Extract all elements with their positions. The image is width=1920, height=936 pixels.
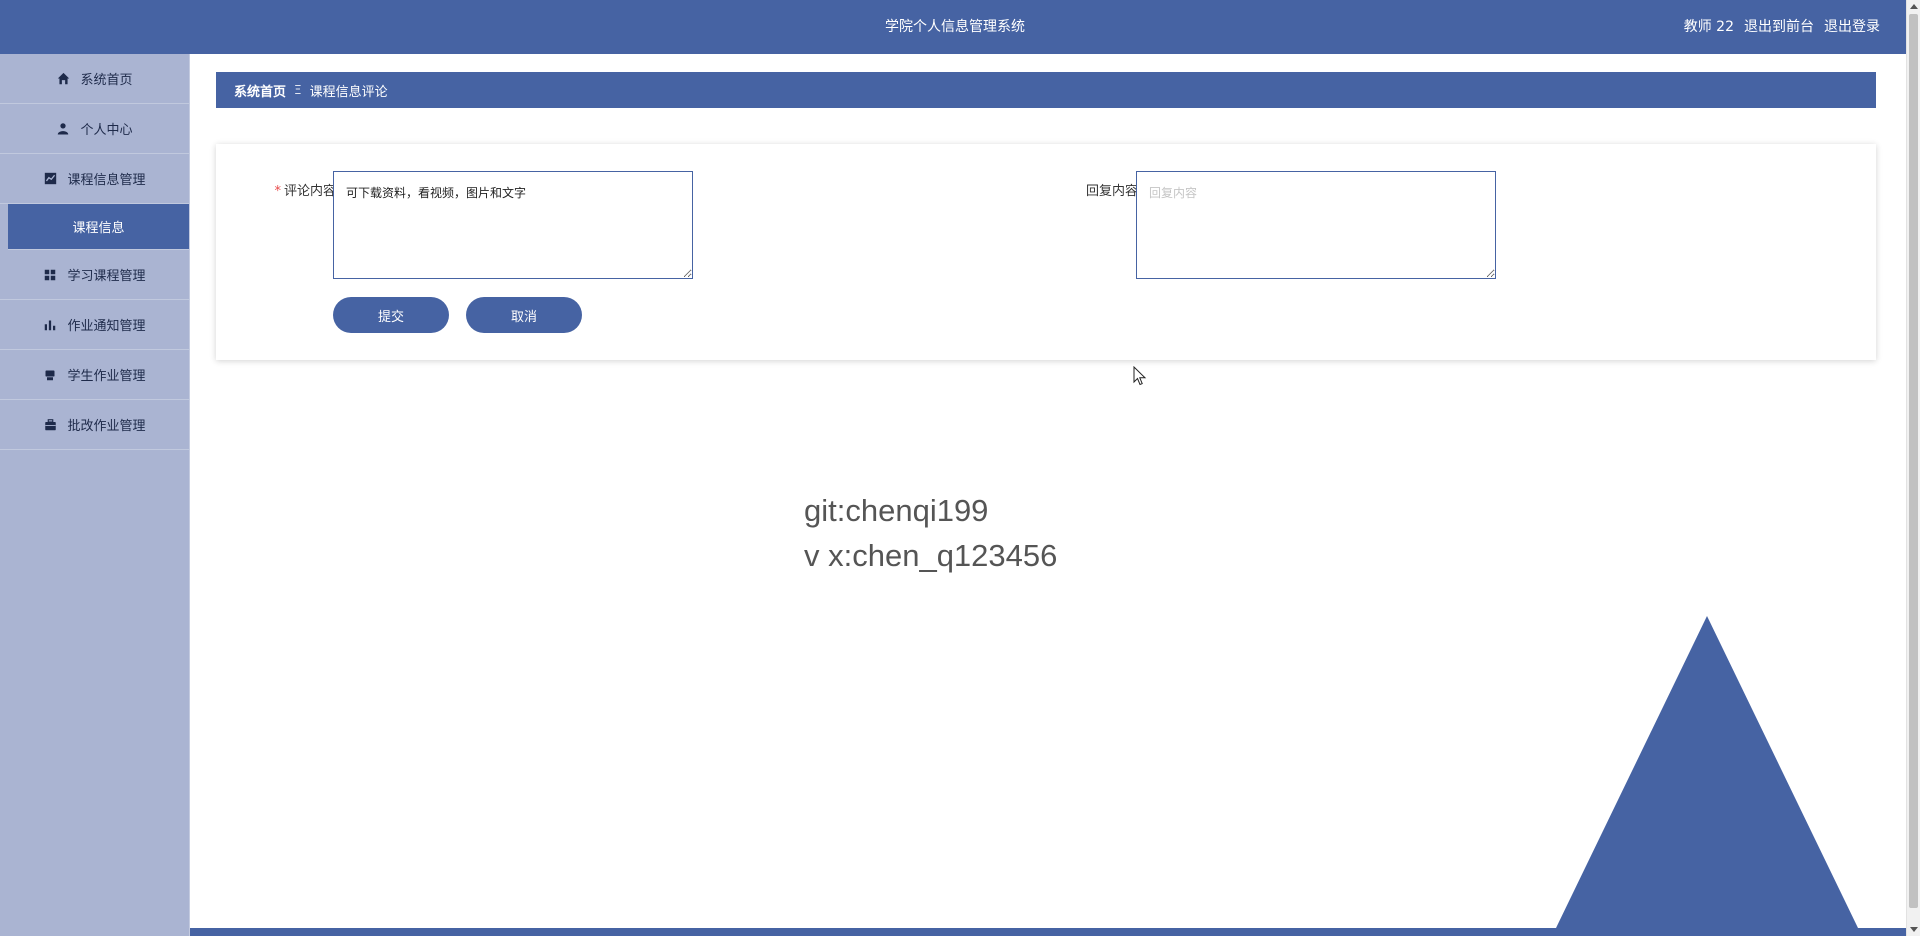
breadcrumb: 系统首页 Ξ 课程信息评论 <box>216 72 1876 108</box>
comment-form-card: *评论内容 回复内容 提交 取消 <box>216 144 1876 360</box>
bottom-bar <box>190 928 1906 936</box>
breadcrumb-current: 课程信息评论 <box>309 84 388 100</box>
user-box: 教师 22 退出到前台 退出登录 <box>1684 0 1880 54</box>
watermark-line-1: git:chenqi199 <box>804 493 989 528</box>
breadcrumb-home-link[interactable]: 系统首页 <box>234 81 286 100</box>
scroll-up-icon[interactable] <box>1910 4 1918 9</box>
scrollbar-thumb[interactable] <box>1909 14 1918 908</box>
reply-field-label: 回复内容 <box>1085 184 1138 199</box>
comment-label-text: 评论内容 <box>283 184 336 199</box>
sidebar-item-label: 学生作业管理 <box>67 369 146 384</box>
current-user: 教师 22 <box>1683 19 1734 35</box>
logout-link[interactable]: 退出登录 <box>1824 0 1880 54</box>
user-icon <box>56 122 70 136</box>
submit-button[interactable]: 提交 <box>333 297 449 333</box>
required-mark: * <box>274 184 281 199</box>
sidebar-item-study-course-mgmt[interactable]: 学习课程管理 <box>0 250 189 300</box>
grid-icon <box>43 268 57 282</box>
comment-field-label: * 评论内容 <box>256 180 336 199</box>
sidebar-item-student-homework-mgmt[interactable]: 学生作业管理 <box>0 350 189 400</box>
briefcase-icon <box>43 418 57 432</box>
breadcrumb-separator: Ξ <box>294 83 302 97</box>
top-header: 学院个人信息管理系统 教师 22 退出到前台 退出登录 <box>0 0 1920 54</box>
printer-icon <box>43 368 57 382</box>
sidebar-item-label: 课程信息管理 <box>67 173 146 188</box>
decorative-triangle <box>1556 616 1858 928</box>
sidebar-item-homework-notice-mgmt[interactable]: 作业通知管理 <box>0 300 189 350</box>
sidebar-item-label: 系统首页 <box>80 73 133 88</box>
chart-line-icon <box>43 172 57 186</box>
page-scrollbar[interactable] <box>1906 0 1920 936</box>
watermark-text: git:chenqi199 v x:chen_q123456 <box>804 488 1057 578</box>
app-title: 学院个人信息管理系统 <box>885 19 1025 35</box>
sidebar-item-personal-center[interactable]: 个人中心 <box>0 104 189 154</box>
comment-content-textarea[interactable] <box>333 171 693 279</box>
sidebar-item-label: 作业通知管理 <box>67 319 146 334</box>
scroll-down-icon[interactable] <box>1910 927 1918 932</box>
sidebar-item-label: 个人中心 <box>80 123 133 138</box>
sidebar-item-label: 学习课程管理 <box>67 269 146 284</box>
sidebar-item-home[interactable]: 系统首页 <box>0 54 189 104</box>
watermark-line-2: v x:chen_q123456 <box>804 538 1058 573</box>
sidebar-item-label: 批改作业管理 <box>67 419 146 434</box>
reply-content-textarea[interactable] <box>1136 171 1496 279</box>
cancel-button[interactable]: 取消 <box>466 297 582 333</box>
bar-chart-icon <box>43 318 57 332</box>
sidebar: 系统首页 个人中心 课程信息管理 课程信息 学习课程管理 作业通知管理 学生作业… <box>0 54 190 936</box>
sidebar-item-grade-homework-mgmt[interactable]: 批改作业管理 <box>0 400 189 450</box>
sidebar-subitem-course-info[interactable]: 课程信息 <box>8 204 189 250</box>
sidebar-item-course-info-mgmt[interactable]: 课程信息管理 <box>0 154 189 204</box>
mouse-cursor-icon <box>1133 366 1147 386</box>
exit-to-front-link[interactable]: 退出到前台 <box>1744 0 1814 54</box>
home-icon <box>56 72 70 86</box>
